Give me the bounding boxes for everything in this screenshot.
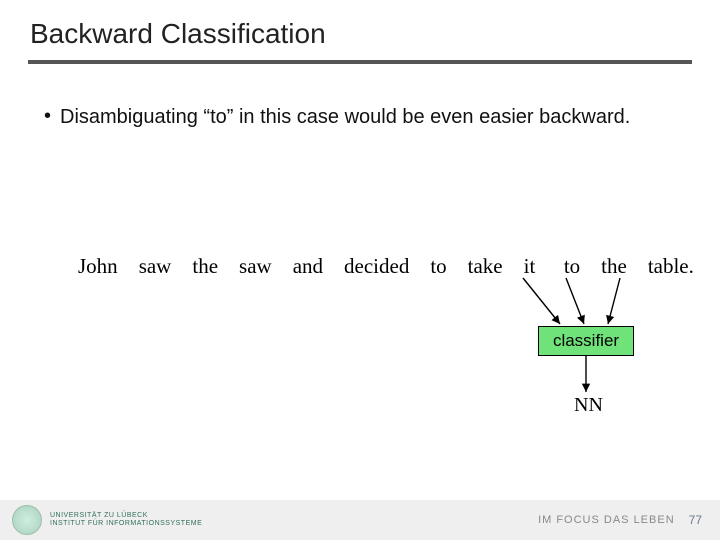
university-line2: INSTITUT FÜR INFORMATIONSSYSTEME bbox=[50, 520, 202, 528]
bullet-text: Disambiguating “to” in this case would b… bbox=[60, 104, 630, 130]
word-take: take bbox=[468, 254, 503, 279]
word-john: John bbox=[78, 254, 118, 279]
university-name: UNIVERSITÄT ZU LÜBECK INSTITUT FÜR INFOR… bbox=[50, 512, 202, 528]
university-line1: UNIVERSITÄT ZU LÜBECK bbox=[50, 512, 202, 520]
title-rule bbox=[28, 60, 692, 64]
university-seal-icon bbox=[12, 505, 42, 535]
word-the2: the bbox=[601, 254, 627, 279]
word-to1: to bbox=[430, 254, 446, 279]
word-and: and bbox=[293, 254, 323, 279]
example-sentence: John saw the saw and decided to take it … bbox=[78, 254, 694, 279]
page-number: 77 bbox=[689, 513, 702, 527]
slide-title: Backward Classification bbox=[30, 18, 326, 50]
slide: Backward Classification • Disambiguating… bbox=[0, 0, 720, 540]
word-saw1: saw bbox=[139, 254, 172, 279]
footer-left: UNIVERSITÄT ZU LÜBECK INSTITUT FÜR INFOR… bbox=[12, 505, 202, 535]
bullet-dot-icon: • bbox=[44, 104, 60, 128]
classifier-box: classifier bbox=[538, 326, 634, 356]
word-saw2: saw bbox=[239, 254, 272, 279]
word-decided: decided bbox=[344, 254, 409, 279]
bullet-item: • Disambiguating “to” in this case would… bbox=[44, 104, 664, 130]
footer-motto: IM FOCUS DAS LEBEN bbox=[538, 514, 675, 526]
word-to2: to bbox=[564, 254, 580, 279]
word-it: it bbox=[524, 254, 536, 279]
word-the1: the bbox=[192, 254, 218, 279]
footer: UNIVERSITÄT ZU LÜBECK INSTITUT FÜR INFOR… bbox=[0, 500, 720, 540]
output-tag: NN bbox=[574, 394, 603, 417]
footer-right: IM FOCUS DAS LEBEN 77 bbox=[538, 513, 702, 527]
word-table: table. bbox=[648, 254, 694, 279]
